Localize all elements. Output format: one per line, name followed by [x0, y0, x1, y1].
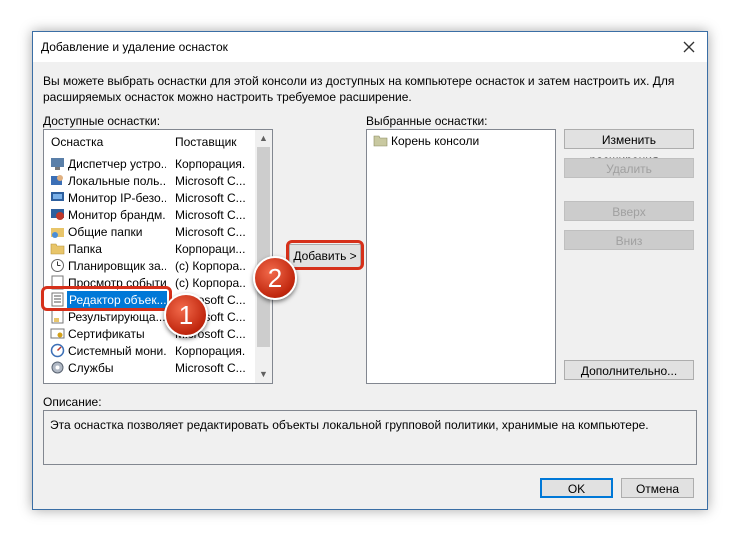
- available-snapins-label: Доступные оснастки:: [43, 114, 161, 128]
- list-item[interactable]: Сертификаты Microsoft C...: [47, 325, 255, 342]
- intro-text: Вы можете выбрать оснастки для этой конс…: [43, 74, 675, 104]
- edit-extensions-button[interactable]: Изменить расширения...: [564, 129, 694, 167]
- available-snapins-list[interactable]: Оснастка Поставщик Диспетчер устро... Ко…: [43, 129, 273, 384]
- highlight-add-button: [286, 240, 364, 270]
- scroll-down-icon[interactable]: ▼: [255, 366, 272, 383]
- step-1-badge: 1: [164, 293, 208, 337]
- folder-icon: [50, 243, 65, 255]
- selected-snapins-label: Выбранные оснастки:: [366, 114, 488, 128]
- move-up-button[interactable]: Вверх: [564, 201, 694, 221]
- shared-folders-icon: [51, 228, 64, 238]
- clock-icon: [51, 259, 64, 272]
- ok-button[interactable]: OK: [540, 478, 613, 498]
- selected-snapins-list[interactable]: Корень консоли: [366, 129, 556, 384]
- advanced-button[interactable]: Дополнительно...: [564, 360, 694, 380]
- cancel-button[interactable]: Отмена: [621, 478, 694, 498]
- rsop-icon: [51, 309, 64, 324]
- device-manager-icon: [51, 158, 64, 170]
- system-monitor-icon: [50, 343, 65, 358]
- list-item[interactable]: Диспетчер устро... Корпорация...: [47, 155, 255, 172]
- scroll-up-icon[interactable]: ▲: [255, 130, 272, 147]
- dialog-title: Добавление и удаление оснасток: [41, 40, 228, 54]
- remove-button[interactable]: Удалить: [564, 158, 694, 178]
- scrollbar-thumb[interactable]: [257, 147, 270, 347]
- list-item[interactable]: Службы Microsoft C...: [47, 359, 255, 376]
- list-item[interactable]: Корень консоли: [370, 132, 550, 149]
- certificates-icon: [50, 328, 65, 339]
- list-item[interactable]: Локальные поль... Microsoft C...: [47, 172, 255, 189]
- add-remove-snapins-dialog: Добавление и удаление оснасток Вы можете…: [32, 31, 708, 510]
- description-box: Эта оснастка позволяет редактировать объ…: [43, 410, 697, 465]
- column-header-snapin[interactable]: Оснастка: [51, 135, 103, 149]
- list-item[interactable]: Папка Корпораци...: [47, 240, 255, 257]
- monitor-icon: [51, 192, 64, 201]
- highlight-selected-snapin: [41, 286, 172, 311]
- move-down-button[interactable]: Вниз: [564, 230, 694, 250]
- list-item[interactable]: Общие папки Microsoft C...: [47, 223, 255, 240]
- step-2-badge: 2: [253, 256, 297, 300]
- list-item[interactable]: Монитор IP-безо... Microsoft C...: [47, 189, 255, 206]
- description-text: Эта оснастка позволяет редактировать объ…: [50, 418, 649, 432]
- services-icon: [51, 361, 64, 374]
- list-item[interactable]: Монитор брандм... Microsoft C...: [47, 206, 255, 223]
- list-item[interactable]: Системный мони... Корпорация...: [47, 342, 255, 359]
- column-header-vendor[interactable]: Поставщик: [175, 135, 237, 149]
- list-item[interactable]: Планировщик за... (с) Корпора...: [47, 257, 255, 274]
- users-icon: [51, 175, 63, 185]
- firewall-icon: [51, 209, 64, 220]
- folder-icon: [373, 135, 388, 147]
- close-icon[interactable]: [679, 37, 699, 57]
- title-bar: Добавление и удаление оснасток: [33, 32, 707, 62]
- description-label: Описание:: [43, 395, 102, 409]
